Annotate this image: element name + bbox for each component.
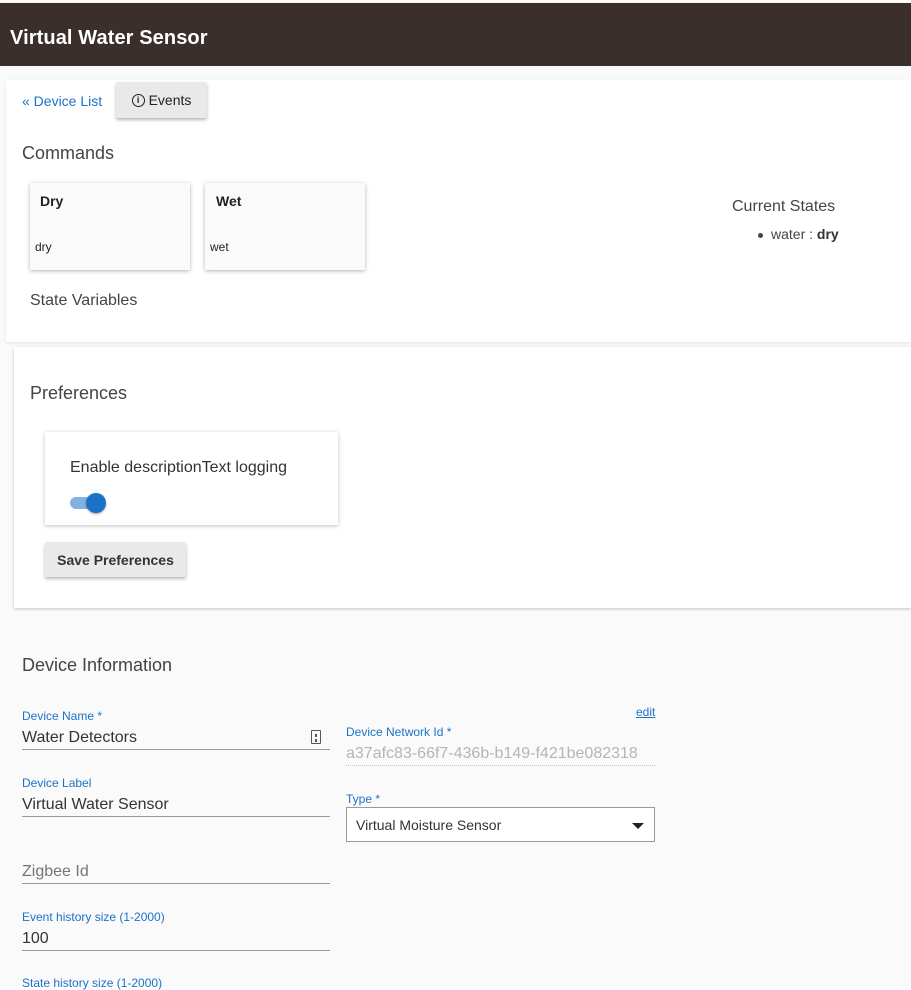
device-name-label: Device Name * <box>22 709 103 723</box>
preferences-heading: Preferences <box>30 383 128 403</box>
description-logging-toggle[interactable] <box>70 492 108 514</box>
device-network-id-label: Device Network Id * <box>346 725 452 739</box>
state-variables-heading: State Variables <box>30 292 138 309</box>
current-state-item: water : dry <box>758 226 839 242</box>
zigbee-id-input[interactable] <box>22 860 330 884</box>
event-history-label: Event history size (1-2000) <box>22 910 165 924</box>
commands-heading: Commands <box>22 143 115 163</box>
device-network-id-input <box>346 742 655 766</box>
device-information-heading: Device Information <box>22 655 173 675</box>
info-icon: i <box>131 93 145 107</box>
events-button-label: Events <box>148 92 192 108</box>
command-title: Dry <box>40 193 64 209</box>
name-picker-icon[interactable] <box>311 730 321 744</box>
command-wet-button[interactable]: Wet wet <box>205 183 365 270</box>
command-title: Wet <box>216 193 242 209</box>
event-history-input[interactable] <box>22 927 330 951</box>
type-select-value: Virtual Moisture Sensor <box>356 817 502 833</box>
device-label-input[interactable] <box>22 793 330 817</box>
toggle-thumb <box>86 493 106 513</box>
type-select[interactable]: Virtual Moisture Sensor <box>346 807 655 842</box>
save-preferences-button[interactable]: Save Preferences <box>45 542 186 577</box>
header-bar: Virtual Water Sensor <box>0 3 911 66</box>
command-subtitle: wet <box>210 240 229 254</box>
edit-network-id-link[interactable]: edit <box>636 705 655 719</box>
device-label-label: Device Label <box>22 776 92 790</box>
device-list-link[interactable]: « Device List <box>22 93 102 109</box>
state-name: water <box>771 226 806 242</box>
command-dry-button[interactable]: Dry dry <box>30 183 190 270</box>
state-value: dry <box>816 226 839 242</box>
state-separator: : <box>805 226 817 242</box>
page-title: Virtual Water Sensor <box>10 27 208 49</box>
chevron-down-icon <box>632 823 644 829</box>
app-header: Virtual Water Sensor <box>0 0 911 70</box>
bullet-icon <box>758 232 763 238</box>
events-button[interactable]: i Events <box>116 82 207 118</box>
current-states-heading: Current States <box>732 198 836 215</box>
preference-label: Enable descriptionText logging <box>70 459 288 476</box>
command-subtitle: dry <box>35 240 52 254</box>
state-history-label: State history size (1-2000) <box>22 976 163 990</box>
device-name-input[interactable] <box>22 726 330 750</box>
type-label: Type * <box>346 792 381 806</box>
